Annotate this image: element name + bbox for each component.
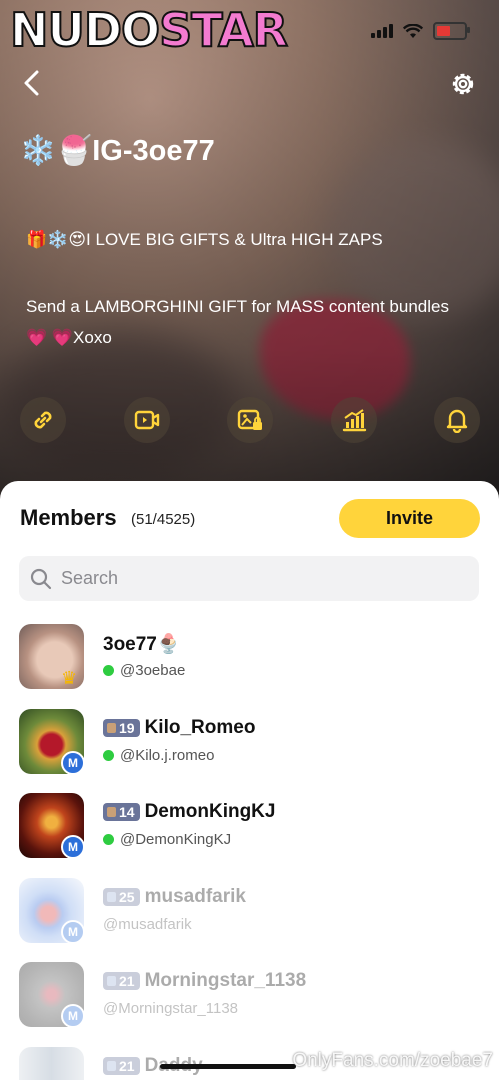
watermark-logo: NUDOSTAR [9,3,289,57]
stats-icon [342,409,366,432]
online-indicator [103,834,114,845]
level-number: 21 [119,1058,135,1074]
profile-title: ❄️🍧IG-3oe77 [20,135,215,167]
level-number: 25 [119,889,135,905]
member-badge-icon: M [61,920,85,944]
level-icon [107,723,116,733]
member-handle: @3oebae [120,662,186,679]
member-row[interactable]: ♛ 3oe77🍨 @3oebae [0,624,499,694]
member-name: musadfarik [144,886,246,907]
signal-icon [371,24,393,38]
member-badge-icon: M [61,1004,85,1028]
member-row[interactable]: M 19 Kilo_Romeo @Kilo.j.romeo [0,709,499,779]
level-number: 14 [119,804,135,820]
avatar [19,1047,84,1080]
members-sheet: Members (51/4525) Invite Search ♛ 3oe77🍨… [0,481,499,1080]
video-icon [134,410,159,430]
watermark-logo-part1: NUDO [9,3,161,57]
level-number: 19 [119,720,135,736]
chevron-left-icon[interactable] [18,68,48,98]
level-badge: 21 [103,1057,140,1075]
search-placeholder: Search [61,568,119,588]
level-badge: 14 [103,803,140,821]
search-icon [30,568,52,589]
member-row[interactable]: M 14 DemonKingKJ @DemonKingKJ [0,793,499,863]
bell-icon [446,409,468,433]
member-badge-icon: M [61,751,85,775]
locked-image-icon [237,409,262,430]
home-indicator [160,1064,296,1069]
member-handle: @Morningstar_1138 [103,1000,239,1017]
level-number: 21 [119,973,135,989]
level-badge: 25 [103,888,140,906]
link-button[interactable] [20,397,66,443]
video-button[interactable] [123,397,170,443]
members-count: (51/4525) [131,511,196,528]
battery-icon [433,22,470,40]
watermark-logo-part2: STAR [158,3,289,57]
level-badge: 19 [103,719,140,737]
online-indicator [103,750,114,761]
locked-media-button[interactable] [227,397,273,443]
member-name: Morningstar_1138 [144,970,307,991]
status-bar [371,22,470,40]
crown-icon: ♛ [61,668,78,688]
profile-description-line2: Send a LAMBORGHINI GIFT for MASS content… [26,297,449,347]
member-row[interactable]: M 21 Morningstar_1138 @Morningstar_1138 [0,962,499,1032]
member-name: 3oe77🍨 [103,634,181,655]
invite-button[interactable]: Invite [339,499,480,538]
source-watermark: OnlyFans.com/zoebae7 [292,1050,493,1071]
search-input[interactable]: Search [19,556,479,601]
level-icon [107,807,116,817]
online-indicator [103,665,114,676]
gear-icon[interactable] [449,70,477,98]
action-bar [20,397,480,443]
member-handle: @musadfarik [103,916,192,933]
level-icon [107,976,116,986]
member-row[interactable]: M 25 musadfarik @musadfarik [0,878,499,948]
level-icon [107,1061,116,1071]
wifi-icon [403,23,423,38]
member-badge-icon: M [61,835,85,859]
link-icon [34,411,52,429]
notifications-button[interactable] [434,397,480,443]
member-handle: @Kilo.j.romeo [120,747,215,764]
member-name: DemonKingKJ [144,801,276,822]
profile-description-line1: 🎁❄️😍I LOVE BIG GIFTS & Ultra HIGH ZAPS [26,230,383,249]
level-icon [107,892,116,902]
members-heading: Members [20,505,117,530]
stats-button[interactable] [330,397,377,443]
level-badge: 21 [103,972,140,990]
member-handle: @DemonKingKJ [120,831,232,848]
member-name: Kilo_Romeo [144,717,256,738]
